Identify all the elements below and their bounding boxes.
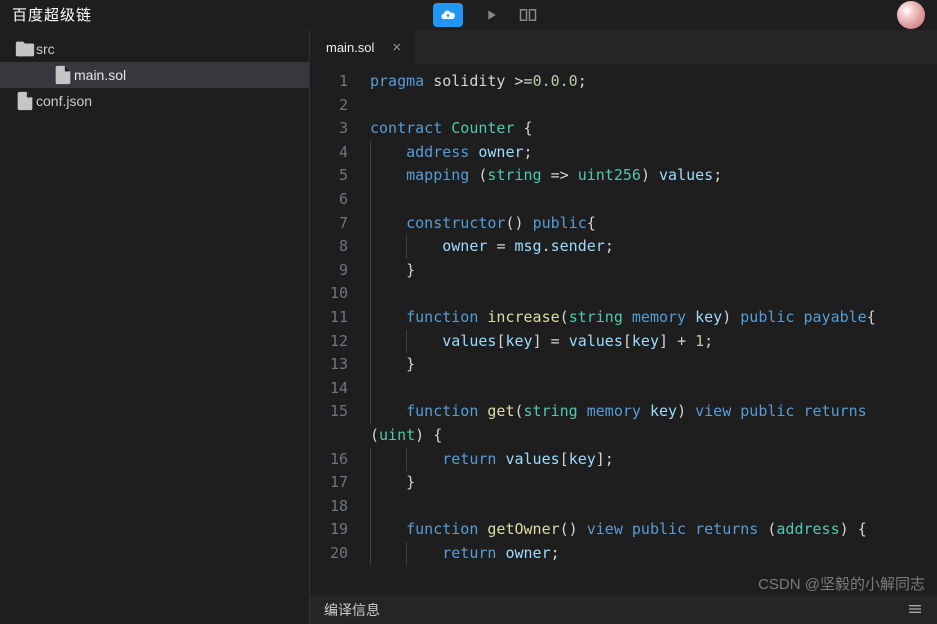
code-content[interactable]: pragma solidity >=0.0.0;contract Counter… <box>366 70 937 594</box>
topbar: 百度超级链 <box>0 0 937 30</box>
file-icon <box>14 90 36 112</box>
close-icon[interactable]: × <box>388 39 405 56</box>
tree-item-label: src <box>36 41 55 57</box>
editor-area: main.sol × 12345678910111213141516171819… <box>310 30 937 624</box>
tree-item-label: conf.json <box>36 93 92 109</box>
line-gutter: 1234567891011121314151617181920 <box>310 70 366 594</box>
file-row-main.sol[interactable]: main.sol <box>0 62 309 88</box>
file-row-conf.json[interactable]: conf.json <box>0 88 309 114</box>
folder-icon <box>14 38 36 60</box>
file-tree: src main.sol conf.json <box>0 30 310 624</box>
file-icon <box>52 64 74 86</box>
panel-toggle-icon[interactable] <box>907 602 923 618</box>
deploy-button[interactable] <box>433 3 463 27</box>
panel-icon[interactable] <box>519 8 537 22</box>
folder-row-src[interactable]: src <box>0 36 309 62</box>
cloud-upload-icon <box>440 7 456 23</box>
tab-bar: main.sol × <box>310 30 937 64</box>
tab-main-sol[interactable]: main.sol × <box>310 30 416 64</box>
code-editor[interactable]: 1234567891011121314151617181920 pragma s… <box>310 64 937 594</box>
compile-info-bar[interactable]: 编译信息 <box>310 594 937 624</box>
compile-info-label: 编译信息 <box>324 600 380 620</box>
tree-item-label: main.sol <box>74 67 126 83</box>
avatar[interactable] <box>897 1 925 29</box>
tab-label: main.sol <box>326 40 374 55</box>
run-icon[interactable] <box>483 7 499 23</box>
brand-title: 百度超级链 <box>12 4 92 25</box>
